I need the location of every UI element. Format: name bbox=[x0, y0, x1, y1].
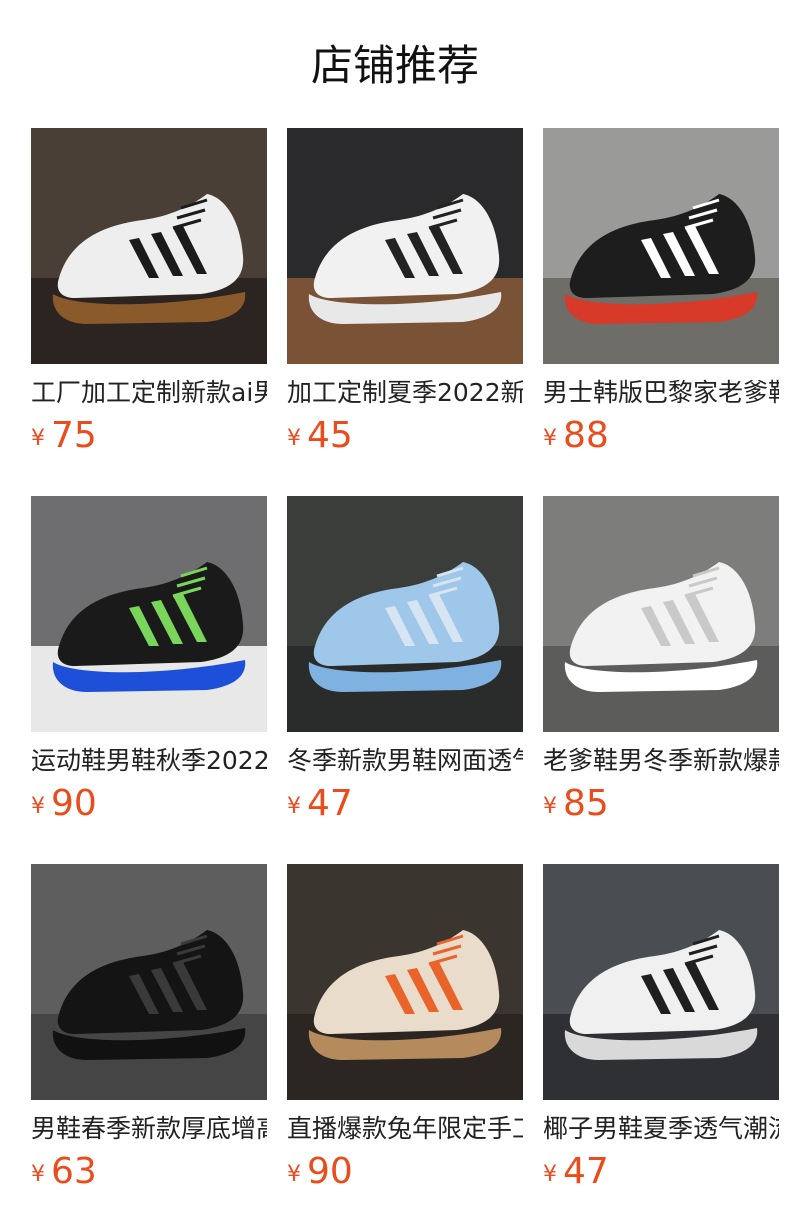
currency-symbol: ¥ bbox=[543, 426, 557, 451]
product-card[interactable]: 运动鞋男鞋秋季2022新款 ¥90 bbox=[31, 496, 267, 824]
product-image[interactable] bbox=[287, 496, 523, 732]
sneaker-photo-art bbox=[287, 496, 523, 732]
sneaker-photo-art bbox=[287, 128, 523, 364]
currency-symbol: ¥ bbox=[31, 794, 45, 819]
currency-symbol: ¥ bbox=[543, 1162, 557, 1187]
price-amount: 85 bbox=[563, 783, 609, 824]
currency-symbol: ¥ bbox=[31, 1162, 45, 1187]
sneaker-photo-art bbox=[543, 128, 779, 364]
product-name[interactable]: 运动鞋男鞋秋季2022新款 bbox=[31, 746, 267, 776]
currency-symbol: ¥ bbox=[287, 794, 301, 819]
product-name[interactable]: 老爹鞋男冬季新款爆款 bbox=[543, 746, 779, 776]
product-card[interactable]: 加工定制夏季2022新款男鞋 ¥45 bbox=[287, 128, 523, 456]
price-amount: 90 bbox=[51, 783, 97, 824]
price-amount: 47 bbox=[307, 783, 353, 824]
price-amount: 90 bbox=[307, 1151, 353, 1192]
product-card[interactable]: 工厂加工定制新款ai男鞋 ¥75 bbox=[31, 128, 267, 456]
section-title: 店铺推荐 bbox=[310, 41, 479, 90]
product-price: ¥47 bbox=[543, 1152, 779, 1192]
product-price: ¥63 bbox=[31, 1152, 267, 1192]
sneaker-photo-art bbox=[543, 496, 779, 732]
product-image[interactable] bbox=[543, 864, 779, 1100]
product-card[interactable]: 老爹鞋男冬季新款爆款 ¥85 bbox=[543, 496, 779, 824]
product-image[interactable] bbox=[31, 864, 267, 1100]
currency-symbol: ¥ bbox=[543, 794, 557, 819]
price-amount: 88 bbox=[563, 415, 609, 456]
product-name[interactable]: 椰子男鞋夏季透气潮流 bbox=[543, 1114, 779, 1144]
product-price: ¥75 bbox=[31, 416, 267, 456]
product-card[interactable]: 冬季新款男鞋网面透气 ¥47 bbox=[287, 496, 523, 824]
price-amount: 63 bbox=[51, 1151, 97, 1192]
product-image[interactable] bbox=[543, 496, 779, 732]
product-name[interactable]: 直播爆款兔年限定手工 bbox=[287, 1114, 523, 1144]
product-price: ¥85 bbox=[543, 784, 779, 824]
currency-symbol: ¥ bbox=[31, 426, 45, 451]
currency-symbol: ¥ bbox=[287, 426, 301, 451]
product-card[interactable]: 椰子男鞋夏季透气潮流 ¥47 bbox=[543, 864, 779, 1192]
sneaker-photo-art bbox=[543, 864, 779, 1100]
sneaker-photo-art bbox=[31, 864, 267, 1100]
product-card[interactable]: 直播爆款兔年限定手工 ¥90 bbox=[287, 864, 523, 1192]
price-amount: 45 bbox=[307, 415, 353, 456]
product-image[interactable] bbox=[543, 128, 779, 364]
product-price: ¥90 bbox=[31, 784, 267, 824]
product-card[interactable]: 男士韩版巴黎家老爹鞋 ¥88 bbox=[543, 128, 779, 456]
product-price: ¥88 bbox=[543, 416, 779, 456]
price-amount: 75 bbox=[51, 415, 97, 456]
sneaker-photo-art bbox=[287, 864, 523, 1100]
product-name[interactable]: 男士韩版巴黎家老爹鞋 bbox=[543, 378, 779, 408]
product-name[interactable]: 男鞋春季新款厚底增高 bbox=[31, 1114, 267, 1144]
product-price: ¥90 bbox=[287, 1152, 523, 1192]
product-name[interactable]: 加工定制夏季2022新款男鞋 bbox=[287, 378, 523, 408]
product-image[interactable] bbox=[31, 496, 267, 732]
product-price: ¥45 bbox=[287, 416, 523, 456]
product-image[interactable] bbox=[31, 128, 267, 364]
product-card[interactable]: 男鞋春季新款厚底增高 ¥63 bbox=[31, 864, 267, 1192]
product-name[interactable]: 工厂加工定制新款ai男鞋 bbox=[31, 378, 267, 408]
currency-symbol: ¥ bbox=[287, 1162, 301, 1187]
sneaker-photo-art bbox=[31, 496, 267, 732]
product-price: ¥47 bbox=[287, 784, 523, 824]
product-image[interactable] bbox=[287, 864, 523, 1100]
sneaker-photo-art bbox=[31, 128, 267, 364]
product-image[interactable] bbox=[287, 128, 523, 364]
price-amount: 47 bbox=[563, 1151, 609, 1192]
product-name[interactable]: 冬季新款男鞋网面透气 bbox=[287, 746, 523, 776]
